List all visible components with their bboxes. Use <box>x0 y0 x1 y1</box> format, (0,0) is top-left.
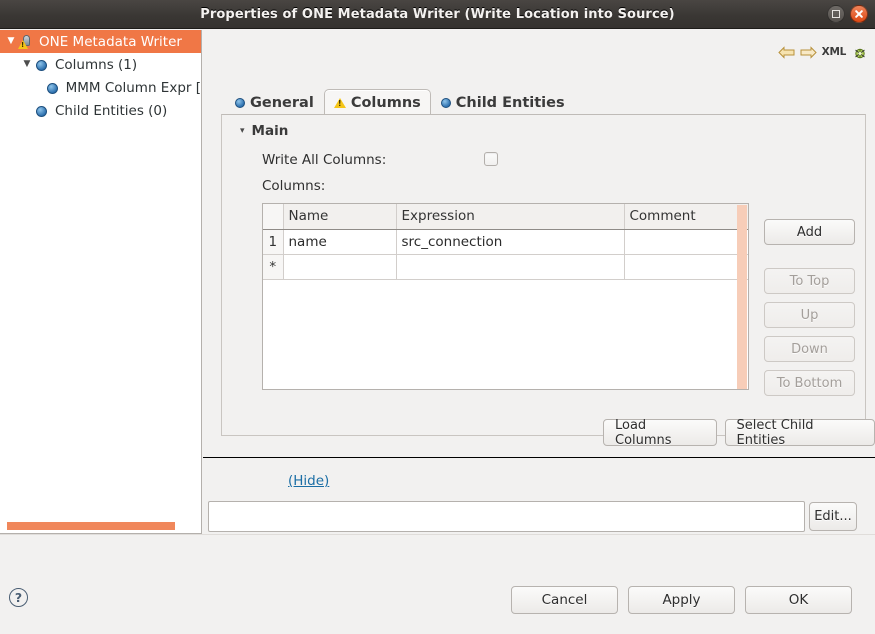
section-title: Main <box>252 123 289 139</box>
load-columns-button[interactable]: Load Columns <box>603 419 717 446</box>
maximize-icon[interactable] <box>827 5 845 23</box>
table-action-buttons: Add To Top Up Down To Bottom <box>764 219 855 396</box>
node-dot-icon <box>34 103 50 119</box>
to-top-button[interactable]: To Top <box>764 268 855 294</box>
node-dot-icon <box>45 80 61 96</box>
column-header-comment[interactable]: Comment <box>624 204 749 229</box>
column-header-expression[interactable]: Expression <box>396 204 624 229</box>
expand-collapse-icon[interactable]: ▼ <box>20 53 34 76</box>
tab-label: Child Entities <box>456 95 565 111</box>
tree-item-mmm-column-expr[interactable]: MMM Column Expr [ <box>0 76 201 99</box>
warning-icon <box>334 98 346 108</box>
columns-label: Columns: <box>262 178 325 194</box>
row-number: 1 <box>263 229 283 254</box>
write-all-columns-checkbox[interactable] <box>484 152 498 166</box>
column-header-rownum[interactable] <box>263 204 283 229</box>
properties-dialog: Properties of ONE Metadata Writer (Write… <box>0 0 875 634</box>
row-number: * <box>263 254 283 279</box>
close-icon[interactable] <box>850 5 868 23</box>
window-titlebar: Properties of ONE Metadata Writer (Write… <box>0 0 875 29</box>
apply-button[interactable]: Apply <box>628 586 735 614</box>
xml-view-label[interactable]: XML <box>822 46 846 58</box>
node-dot-icon <box>235 98 245 108</box>
tab-label: General <box>250 95 314 111</box>
dialog-buttons: Cancel Apply OK <box>511 586 852 614</box>
tab-columns[interactable]: Columns <box>324 89 431 116</box>
tab-label: Columns <box>351 95 421 111</box>
tree-item-label: Child Entities (0) <box>54 103 167 119</box>
expression-editor-row: Edit... <box>208 499 870 534</box>
tree-item-one-metadata-writer[interactable]: ▼ ONE Metadata Writer <box>0 30 201 53</box>
tab-child-entities[interactable]: Child Entities <box>431 89 575 116</box>
cell-comment[interactable] <box>624 254 749 279</box>
cell-comment[interactable] <box>624 229 749 254</box>
node-dot-icon <box>441 98 451 108</box>
table-vertical-scrollbar[interactable] <box>737 205 747 390</box>
metadata-writer-warning-icon <box>18 34 34 50</box>
to-bottom-button[interactable]: To Bottom <box>764 370 855 396</box>
cell-expression[interactable] <box>396 254 624 279</box>
main-section-header[interactable]: ▾ Main <box>240 123 288 139</box>
ok-button[interactable]: OK <box>745 586 852 614</box>
tab-general[interactable]: General <box>225 89 324 116</box>
forward-arrow-icon[interactable] <box>800 46 817 59</box>
node-dot-icon <box>34 57 50 73</box>
edit-button[interactable]: Edit... <box>809 502 857 531</box>
cancel-button[interactable]: Cancel <box>511 586 618 614</box>
table-row[interactable]: 1 name src_connection <box>263 229 749 254</box>
footer-separator <box>0 534 875 535</box>
tree-item-child-entities[interactable]: Child Entities (0) <box>0 99 201 122</box>
tree-horizontal-scrollbar[interactable] <box>7 522 175 530</box>
main-section-panel: ▾ Main Write All Columns: Columns: Name … <box>221 114 866 436</box>
hide-link[interactable]: (Hide) <box>288 473 329 489</box>
window-title: Properties of ONE Metadata Writer (Write… <box>200 7 674 22</box>
add-button[interactable]: Add <box>764 219 855 245</box>
table-row[interactable]: * <box>263 254 749 279</box>
navigation-toolbar: XML <box>778 44 867 60</box>
tree-item-label: ONE Metadata Writer <box>38 34 182 50</box>
back-arrow-icon[interactable] <box>778 46 795 59</box>
tab-bar[interactable]: General Columns Child Entities <box>225 86 575 116</box>
expand-collapse-icon[interactable]: ▼ <box>4 30 18 53</box>
down-button[interactable]: Down <box>764 336 855 362</box>
tree-item-columns[interactable]: ▼ Columns (1) <box>0 53 201 76</box>
select-child-entities-button[interactable]: Select Child Entities <box>725 419 875 446</box>
tree-item-label: MMM Column Expr [ <box>65 80 201 96</box>
columns-table[interactable]: Name Expression Comment 1 name src_conne… <box>262 203 749 390</box>
section-divider <box>203 457 875 458</box>
expression-input[interactable] <box>208 501 805 532</box>
table-header-row: Name Expression Comment <box>263 204 749 229</box>
cell-expression[interactable]: src_connection <box>396 229 624 254</box>
column-header-name[interactable]: Name <box>283 204 396 229</box>
write-all-columns-label: Write All Columns: <box>262 152 386 168</box>
cell-name[interactable]: name <box>283 229 396 254</box>
bug-icon[interactable] <box>851 44 867 60</box>
tree-item-label: Columns (1) <box>54 57 137 73</box>
help-icon[interactable]: ? <box>9 588 28 607</box>
chevron-down-icon[interactable]: ▾ <box>240 126 245 136</box>
window-controls <box>827 5 868 23</box>
columns-actions: Load Columns Select Child Entities <box>603 419 875 446</box>
properties-content-pane: XML General Columns Ch <box>203 30 875 634</box>
up-button[interactable]: Up <box>764 302 855 328</box>
navigation-tree-panel[interactable]: ▼ ONE Metadata Writer ▼ Columns (1) MMM … <box>0 30 202 534</box>
cell-name[interactable] <box>283 254 396 279</box>
